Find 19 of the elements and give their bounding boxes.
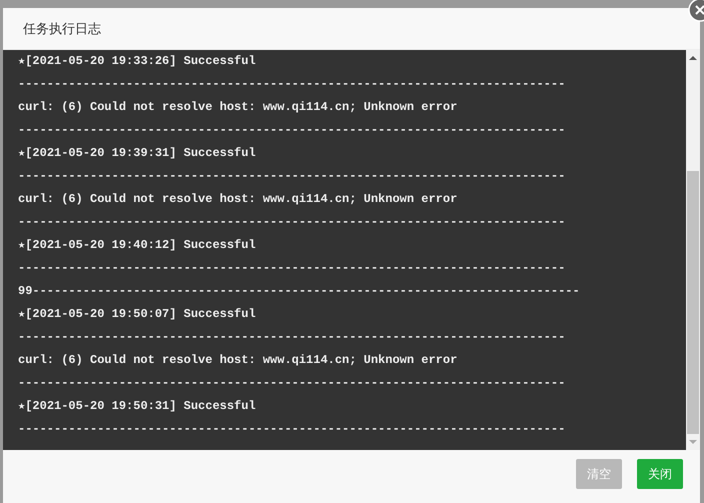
log-line: ---------------------------------------------------------------------------- bbox=[18, 76, 566, 93]
log-line: curl: (6) Could not resolve host: www.qi114.cn; Unknown error bbox=[18, 99, 458, 116]
log-line: ---------------------------------------------------------------------------- bbox=[18, 421, 566, 438]
log-line: curl: (6) Could not resolve host: www.qi114.cn; Unknown error bbox=[18, 191, 458, 208]
log-line: 99---------------------------------------------------------------------------- bbox=[18, 283, 581, 300]
log-line: ---------------------------------------------------------------------------- bbox=[18, 329, 566, 346]
log-line: ★[2021-05-20 19:50:31] Successful bbox=[18, 398, 257, 415]
log-line: ---------------------------------------------------------------------------- bbox=[18, 375, 566, 392]
log-line: ---------------------------------------------------------------------------- bbox=[18, 122, 566, 139]
log-line: curl: (6) Could not resolve host: www.qi114.cn; Unknown error bbox=[18, 352, 458, 369]
log-line: ---------------------------------------------------------------------------- bbox=[18, 214, 566, 231]
log-line: ★[2021-05-20 19:40:12] Successful bbox=[18, 237, 257, 254]
scrollbar[interactable] bbox=[686, 50, 700, 450]
close-button[interactable]: 关闭 bbox=[637, 459, 683, 489]
log-line: ★[2021-05-20 19:33:26] Successful bbox=[18, 53, 257, 70]
log-line: ---------------------------------------------------------------------------- bbox=[18, 260, 566, 277]
log-line: ★[2021-05-20 19:50:07] Successful bbox=[18, 306, 257, 323]
log-line: ---------------------------------------------------------------------------- bbox=[18, 168, 566, 185]
log-line: ★[2021-05-20 19:39:31] Successful bbox=[18, 145, 257, 162]
